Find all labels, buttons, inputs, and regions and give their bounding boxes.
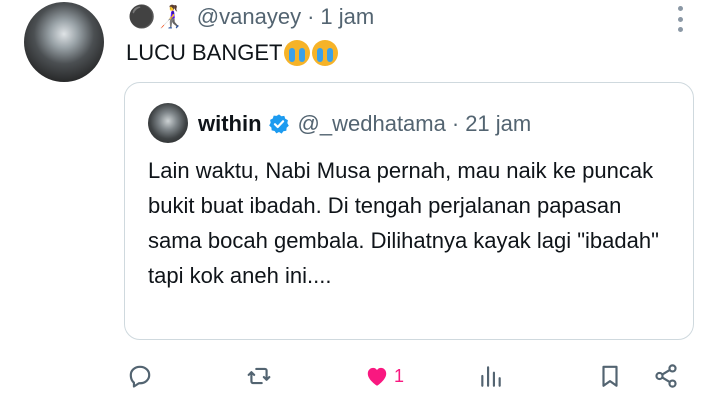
reply-button[interactable] bbox=[127, 356, 153, 396]
tweet-text: LUCU BANGET bbox=[126, 40, 339, 66]
separator-dot: · bbox=[451, 111, 460, 136]
views-button[interactable] bbox=[478, 356, 504, 396]
tweet-text-content: LUCU BANGET bbox=[126, 40, 283, 65]
tweet-actions-bar: 1 bbox=[0, 356, 719, 396]
tweet-time[interactable]: 1 jam bbox=[320, 4, 374, 30]
bookmark-button[interactable] bbox=[597, 356, 623, 396]
bookmark-icon bbox=[602, 365, 618, 387]
separator-dot: · bbox=[307, 4, 315, 29]
crying-face-icon bbox=[312, 40, 339, 66]
share-button[interactable] bbox=[653, 356, 679, 396]
like-count: 1 bbox=[394, 365, 405, 386]
tweet-meta: ⚫️👩‍🦯 @vanayey · 1 jam bbox=[128, 4, 374, 30]
quoted-tweet-header: within @_wedhatama · 21 jam bbox=[198, 110, 531, 138]
share-icon bbox=[655, 364, 677, 388]
bar-chart-icon bbox=[481, 366, 501, 387]
retweet-icon bbox=[247, 367, 271, 385]
like-button[interactable]: 1 bbox=[364, 356, 404, 396]
user-avatar[interactable] bbox=[24, 2, 104, 82]
more-options-icon[interactable] bbox=[668, 6, 692, 32]
reply-icon bbox=[129, 365, 151, 388]
quoted-user-avatar[interactable] bbox=[148, 103, 188, 143]
heart-icon bbox=[367, 367, 387, 386]
quoted-user-name[interactable]: within bbox=[198, 111, 262, 137]
display-name-emojis: ⚫️👩‍🦯 bbox=[128, 4, 185, 29]
quoted-tweet-time[interactable]: 21 jam bbox=[465, 111, 531, 137]
verified-badge-icon bbox=[268, 114, 289, 134]
quoted-tweet-text: Lain waktu, Nabi Musa pernah, mau naik k… bbox=[148, 158, 659, 288]
user-handle[interactable]: @vanayey bbox=[197, 4, 301, 30]
crying-face-icon bbox=[284, 40, 311, 66]
quoted-user-handle[interactable]: @_wedhatama bbox=[298, 111, 446, 137]
retweet-button[interactable] bbox=[246, 356, 272, 396]
